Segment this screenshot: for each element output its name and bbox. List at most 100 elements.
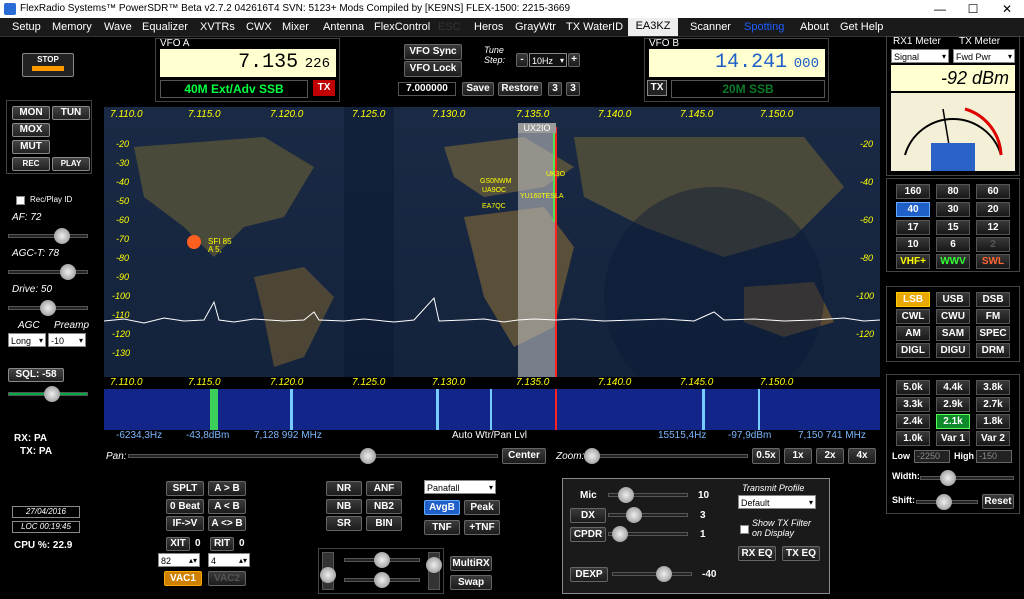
mon-button[interactable]: MON <box>12 106 50 120</box>
menu-esc[interactable]: ESC <box>438 21 461 33</box>
mox-button[interactable]: MOX <box>12 123 50 137</box>
mic-slider[interactable] <box>608 487 688 503</box>
tx-eq-button[interactable]: TX EQ <box>782 546 820 561</box>
mode-am[interactable]: AM <box>896 326 930 341</box>
cpdr-button[interactable]: CPDR <box>570 527 606 542</box>
spot-4[interactable]: YU160TESLA <box>520 193 564 200</box>
tune-step-select[interactable]: 10Hz ▾ <box>529 53 567 67</box>
band-40[interactable]: 40 <box>896 202 930 217</box>
menu-xvtrs[interactable]: XVTRs <box>200 21 235 33</box>
band-wwv[interactable]: WWV <box>936 254 970 269</box>
nb2-button[interactable]: NB2 <box>366 499 402 514</box>
rx-meter-select[interactable]: Signal ▾ <box>891 49 949 63</box>
vfo-b-frequency[interactable]: 14.241 000 <box>649 49 825 77</box>
memory-slot-2[interactable]: 3 <box>566 82 580 96</box>
sr-button[interactable]: SR <box>326 516 362 531</box>
band-160[interactable]: 160 <box>896 184 930 199</box>
vfo-a-frequency[interactable]: 7.135 226 <box>160 49 336 77</box>
nb-button[interactable]: NB <box>326 499 362 514</box>
band-30[interactable]: 30 <box>936 202 970 217</box>
mode-digu[interactable]: DIGU <box>936 343 970 358</box>
tnf-button[interactable]: TNF <box>424 520 460 535</box>
filter-reset-button[interactable]: Reset <box>982 494 1014 509</box>
agct-slider[interactable] <box>8 264 88 280</box>
display-mode-select[interactable]: Panafall ▾ <box>424 480 496 494</box>
band-vhf[interactable]: VHF+ <box>896 254 930 269</box>
mut-button[interactable]: MUT <box>12 140 50 154</box>
menu-wave[interactable]: Wave <box>104 21 132 33</box>
dexp-button[interactable]: DEXP <box>570 567 608 582</box>
menu-graywtr[interactable]: GrayWtr <box>515 21 556 33</box>
cpdr-slider[interactable] <box>608 526 688 542</box>
spot-0[interactable]: GS0NWM <box>480 178 512 185</box>
mode-spec[interactable]: SPEC <box>976 326 1010 341</box>
band-2[interactable]: 2 <box>976 237 1010 252</box>
band-20[interactable]: 20 <box>976 202 1010 217</box>
agc-select[interactable]: Long ▾ <box>8 333 46 347</box>
dx-slider[interactable] <box>608 507 688 523</box>
rx2-pan-slider[interactable] <box>344 572 420 588</box>
zoom-2x-button[interactable]: 2x <box>816 448 844 464</box>
menu-callsign[interactable]: EA3KZ <box>628 18 678 36</box>
vac1-button[interactable]: VAC1 <box>164 571 202 586</box>
band-17[interactable]: 17 <box>896 220 930 235</box>
filter-3k8[interactable]: 3.8k <box>976 380 1010 395</box>
menu-setup[interactable]: Setup <box>12 21 41 33</box>
band-12[interactable]: 12 <box>976 220 1010 235</box>
spot-1[interactable]: UA9OC <box>482 187 506 194</box>
mode-cwu[interactable]: CWU <box>936 309 970 324</box>
menu-spotting[interactable]: Spotting <box>744 21 784 33</box>
menu-get-help[interactable]: Get Help <box>840 21 883 33</box>
filter-var2[interactable]: Var 2 <box>976 431 1010 446</box>
bin-button[interactable]: BIN <box>366 516 402 531</box>
mode-digl[interactable]: DIGL <box>896 343 930 358</box>
band-60[interactable]: 60 <box>976 184 1010 199</box>
mode-sam[interactable]: SAM <box>936 326 970 341</box>
filter-5k0[interactable]: 5.0k <box>896 380 930 395</box>
menu-cwx[interactable]: CWX <box>246 21 272 33</box>
save-button[interactable]: Save <box>462 82 494 96</box>
tun-button[interactable]: TUN <box>52 106 90 120</box>
filter-4k4[interactable]: 4.4k <box>936 380 970 395</box>
stop-button[interactable]: STOP <box>22 53 74 77</box>
peak-button[interactable]: Peak <box>464 500 500 515</box>
rit-spinner[interactable]: 4 ▴▾ <box>208 553 250 567</box>
b-to-a-button[interactable]: A < B <box>208 499 246 514</box>
panadapter[interactable]: 7.110.0 7.115.0 7.120.0 7.125.0 7.130.0 … <box>104 107 880 377</box>
vfo-sync-button[interactable]: VFO Sync <box>404 44 462 60</box>
drive-slider[interactable] <box>8 300 88 316</box>
filter-var1[interactable]: Var 1 <box>936 431 970 446</box>
nr-button[interactable]: NR <box>326 481 362 496</box>
add-tnf-button[interactable]: +TNF <box>464 520 500 535</box>
menu-heros[interactable]: Heros <box>474 21 503 33</box>
mode-cwl[interactable]: CWL <box>896 309 930 324</box>
mode-fm[interactable]: FM <box>976 309 1010 324</box>
vfo-b-tx-button[interactable]: TX <box>647 80 667 96</box>
zoom-05x-button[interactable]: 0.5x <box>752 448 780 464</box>
rx2-gain-vslider[interactable] <box>426 552 442 590</box>
filter-width-slider[interactable] <box>920 470 1014 486</box>
sql-slider[interactable] <box>8 386 88 402</box>
band-6[interactable]: 6 <box>936 237 970 252</box>
zero-beat-button[interactable]: 0 Beat <box>166 499 204 514</box>
filter-1k8[interactable]: 1.8k <box>976 414 1010 429</box>
preamp-select[interactable]: -10 ▾ <box>48 333 86 347</box>
tune-step-minus[interactable]: - <box>516 53 528 67</box>
swap-button[interactable]: Swap <box>450 575 492 590</box>
a-swap-b-button[interactable]: A <> B <box>208 516 246 531</box>
restore-button[interactable]: Restore <box>498 82 542 96</box>
filter-2k4[interactable]: 2.4k <box>896 414 930 429</box>
maximize-button[interactable]: ☐ <box>958 0 988 18</box>
avgb-button[interactable]: AvgB <box>424 500 460 515</box>
rx1-pan-slider[interactable] <box>344 552 420 568</box>
menu-about[interactable]: About <box>800 21 829 33</box>
dexp-slider[interactable] <box>612 566 692 582</box>
memory-frequency[interactable]: 7.000000 <box>398 82 456 96</box>
tune-step-plus[interactable]: + <box>568 53 580 67</box>
if-to-v-button[interactable]: IF->V <box>166 516 204 531</box>
filter-2k1[interactable]: 2.1k <box>936 414 970 429</box>
filter-3k3[interactable]: 3.3k <box>896 397 930 412</box>
mode-dsb[interactable]: DSB <box>976 292 1010 307</box>
band-10[interactable]: 10 <box>896 237 930 252</box>
dx-button[interactable]: DX <box>570 508 606 523</box>
